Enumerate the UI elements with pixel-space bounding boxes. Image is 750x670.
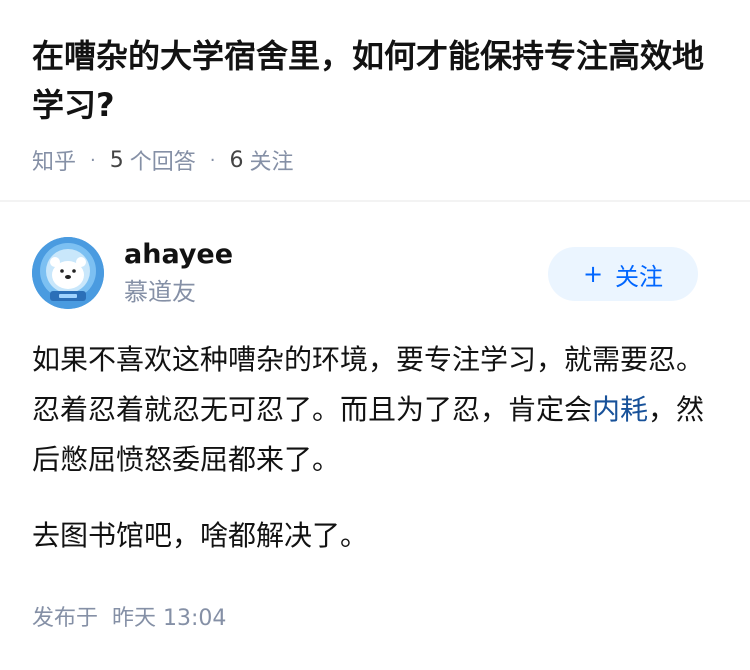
followers-label: 关注: [249, 150, 294, 175]
meta-separator: ·: [209, 149, 216, 171]
plus-icon: +: [582, 260, 604, 288]
author-name[interactable]: ahayee: [124, 237, 233, 273]
answer-content: 如果不喜欢这种嘈杂的环境，要专注学习，就需要忍。忍着忍着就忍无可忍了。而且为了忍…: [32, 335, 722, 561]
answers-label: 个回答: [129, 150, 196, 175]
keyword-link[interactable]: 内耗: [592, 393, 648, 426]
follow-button-label: 关注: [615, 262, 664, 291]
question-meta: 知乎 · 5 个回答 · 6 关注: [32, 144, 294, 176]
followers-count: 6: [229, 147, 244, 173]
source-label: 知乎: [32, 150, 77, 175]
published-label: 发布于: [32, 606, 99, 631]
avatar[interactable]: [32, 237, 104, 309]
polar-bear-astronaut-icon: [32, 237, 104, 309]
section-divider: [0, 200, 750, 202]
follow-button[interactable]: + 关注: [548, 247, 698, 301]
answer-footer: 发布于 昨天 13:04: [32, 600, 226, 632]
meta-separator: ·: [90, 149, 96, 171]
answer-author: ahayee 慕道友 + 关注: [32, 235, 718, 311]
question-title[interactable]: 在嘈杂的大学宿舍里，如何才能保持专注高效地学习?: [32, 32, 722, 130]
answers-count: 5: [109, 147, 124, 173]
answer-paragraph: 如果不喜欢这种嘈杂的环境，要专注学习，就需要忍。忍着忍着就忍无可忍了。而且为了忍…: [32, 335, 722, 485]
published-time: 昨天 13:04: [112, 606, 227, 631]
author-badge: 慕道友: [124, 278, 196, 306]
answer-paragraph: 去图书馆吧，啥都解决了。: [32, 519, 369, 552]
